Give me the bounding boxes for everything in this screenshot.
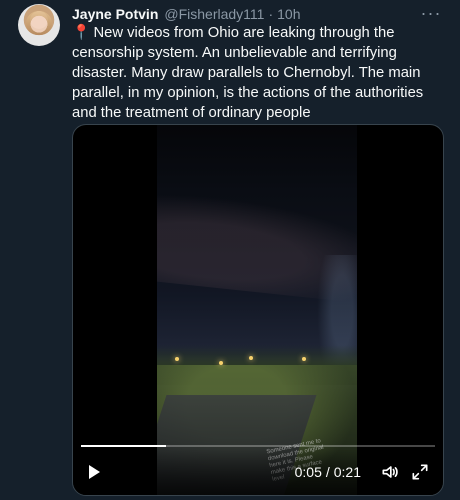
avatar[interactable] xyxy=(18,4,60,46)
fullscreen-icon[interactable] xyxy=(409,461,431,483)
tweet: Jayne Potvin @Fisherlady111 · 10h ··· 📍 N… xyxy=(0,0,460,500)
video-controls: 0:05 / 0:21 xyxy=(73,449,443,495)
video-player[interactable]: Someone sent me to download the original… xyxy=(72,124,444,496)
light xyxy=(302,357,306,361)
meta-separator: · xyxy=(268,6,274,22)
light xyxy=(219,361,223,365)
tweet-meta: @Fisherlady111 · 10h xyxy=(164,6,300,22)
video-time: 0:05 / 0:21 xyxy=(295,464,361,480)
video-lights xyxy=(157,345,357,375)
more-icon[interactable]: ··· xyxy=(420,2,442,23)
more-label: ··· xyxy=(420,2,442,23)
play-icon[interactable] xyxy=(85,463,103,481)
light xyxy=(249,356,253,360)
video-progress-fill xyxy=(81,445,166,447)
author-handle[interactable]: @Fisherlady111 xyxy=(164,6,264,22)
tweet-body: New videos from Ohio are leaking through… xyxy=(72,25,424,121)
volume-icon[interactable] xyxy=(379,461,401,483)
video-duration: 0:21 xyxy=(333,464,361,480)
video-current-time: 0:05 xyxy=(294,464,322,480)
video-progress-bar[interactable] xyxy=(81,445,435,447)
author-name[interactable]: Jayne Potvin xyxy=(72,6,158,22)
video-time-separator: / xyxy=(325,464,330,480)
video-frame: Someone sent me to download the original… xyxy=(157,125,357,495)
tweet-time[interactable]: 10h xyxy=(277,6,300,22)
light xyxy=(175,357,179,361)
tweet-header: Jayne Potvin @Fisherlady111 · 10h xyxy=(72,4,444,24)
pin-icon: 📍 xyxy=(72,25,91,41)
tweet-text: 📍 New videos from Ohio are leaking throug… xyxy=(72,23,447,123)
